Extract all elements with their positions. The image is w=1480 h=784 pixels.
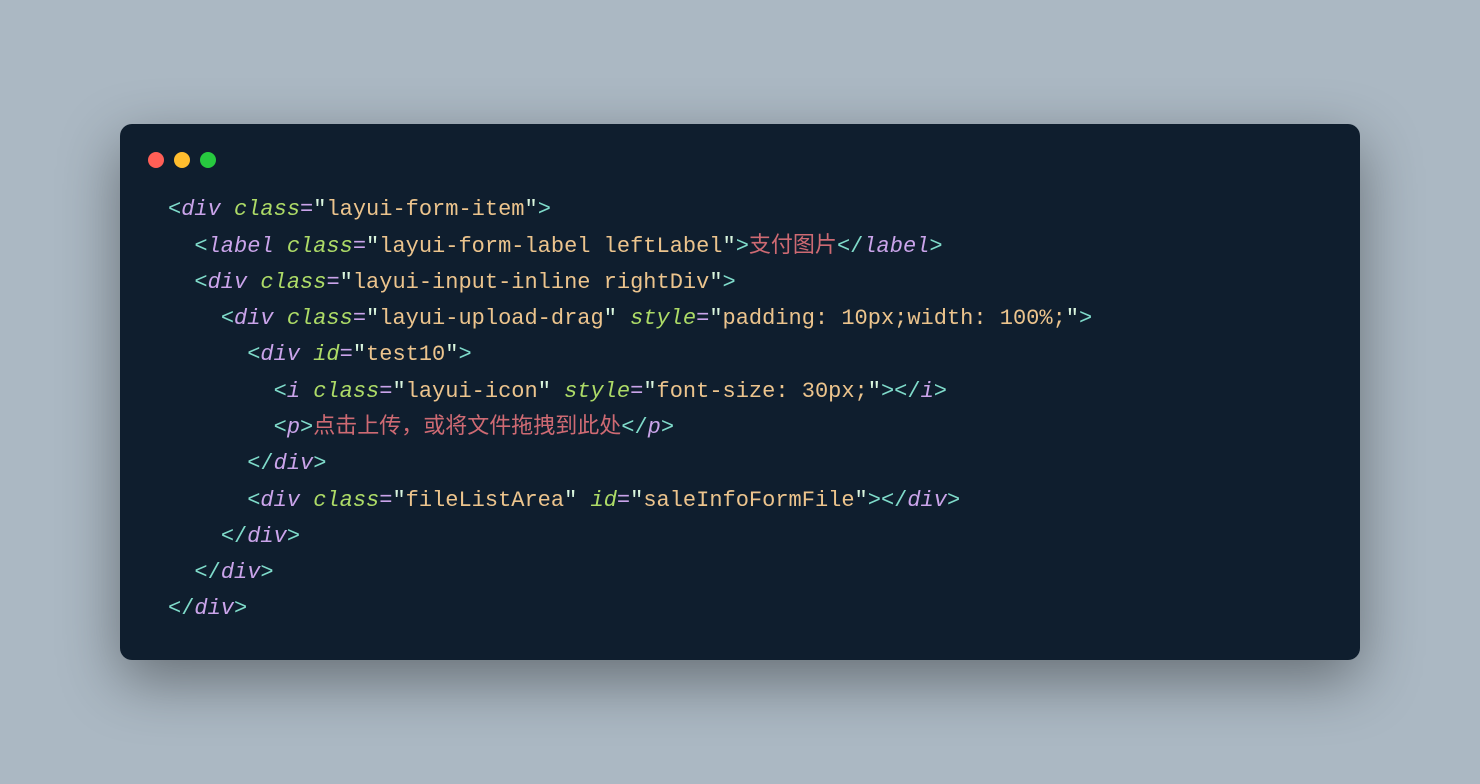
maximize-icon[interactable] — [200, 152, 216, 168]
code-block: <div class="layui-form-item"> <label cla… — [120, 192, 1360, 628]
close-icon[interactable] — [148, 152, 164, 168]
code-window: <div class="layui-form-item"> <label cla… — [120, 124, 1360, 660]
minimize-icon[interactable] — [174, 152, 190, 168]
window-titlebar — [120, 148, 1360, 192]
